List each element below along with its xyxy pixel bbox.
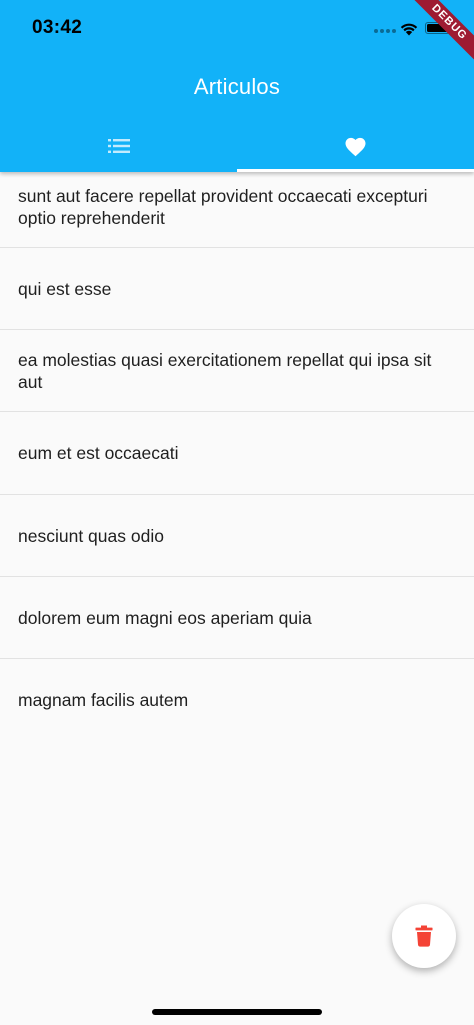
article-title: eum et est occaecati [18,443,179,463]
cellular-signal-icon [374,29,396,33]
list-item[interactable]: eum et est occaecati [0,412,474,495]
list-item[interactable]: qui est esse [0,248,474,330]
list-item[interactable]: ea molestias quasi exercitationem repell… [0,330,474,412]
list-item[interactable]: sunt aut facere repellat provident occae… [0,166,474,248]
status-time: 03:42 [32,17,83,38]
app-bar: 03:42 DEBUG Articulos [0,0,474,172]
tab-bar [0,120,474,172]
debug-banner: DEBUG [394,0,474,80]
list-item[interactable]: dolorem eum magni eos aperiam quia [0,577,474,659]
delete-all-button[interactable] [392,904,456,968]
article-title: dolorem eum magni eos aperiam quia [18,607,312,628]
list-item[interactable]: magnam facilis autem [0,659,474,741]
tab-articles[interactable] [0,120,237,172]
article-title: sunt aut facere repellat provident occae… [18,185,428,228]
trash-icon [415,925,433,947]
article-title: magnam facilis autem [18,690,189,710]
heart-icon [345,137,366,157]
tab-favorites[interactable] [237,120,474,172]
tab-indicator [237,169,474,172]
list-item[interactable]: nesciunt quas odio [0,495,474,577]
article-title: nesciunt quas odio [18,525,164,546]
list-icon [107,139,130,153]
article-title: ea molestias quasi exercitationem repell… [18,349,432,392]
favorites-list: sunt aut facere repellat provident occae… [0,166,474,741]
debug-banner-label: DEBUG [404,0,474,68]
article-title: qui est esse [18,278,112,299]
home-indicator [152,1009,322,1015]
